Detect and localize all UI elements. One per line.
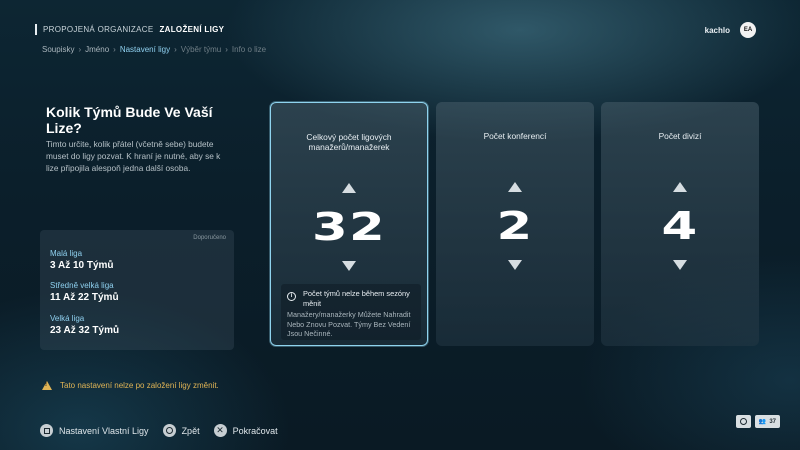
- breadcrumb-item-info-o-lize[interactable]: › Info o lize: [221, 45, 266, 54]
- chevron-right-icon: ›: [174, 45, 177, 54]
- header-bar: [35, 24, 37, 35]
- recommended-label: Doporučeno: [193, 235, 226, 241]
- conferences-count-card[interactable]: Počet konferencí 2: [436, 102, 594, 346]
- back-button[interactable]: Zpět: [162, 424, 200, 437]
- player-count: 37: [769, 418, 776, 425]
- league-name: Středně velká liga: [50, 281, 114, 290]
- status-chips: 👥 37: [735, 415, 780, 428]
- circle-button-icon: [162, 424, 176, 437]
- increase-arrow-icon[interactable]: [342, 183, 356, 193]
- breadcrumb-item-jmeno[interactable]: › Jméno: [74, 45, 109, 54]
- league-size-medium: Středně velká liga 11 Až 22 Týmů: [50, 281, 119, 303]
- org-header: PROPOJENÁ ORGANIZACE ZALOŽENÍ LIGY: [35, 24, 224, 35]
- chevron-right-icon: ›: [113, 45, 116, 54]
- league-name: Malá liga: [50, 249, 83, 258]
- league-range: 23 Až 32 Týmů: [50, 325, 120, 336]
- user-profile[interactable]: kachlo EA: [705, 22, 756, 38]
- ea-logo-icon: EA: [740, 22, 756, 38]
- section-heading: Kolik Týmů Bude Ve Vaší Lize?: [46, 104, 213, 136]
- footer-controls: Nastavení Vlastní Ligy Zpět ✕ Pokračovat: [40, 424, 278, 437]
- card-title: Počet divizí: [658, 131, 702, 141]
- custom-league-settings-button[interactable]: Nastavení Vlastní Ligy: [40, 424, 149, 437]
- breadcrumb: Soupisky › Jméno › Nastavení ligy › Výbě…: [42, 45, 266, 54]
- chevron-right-icon: ›: [78, 45, 82, 54]
- league-size-small: Malá liga 3 Až 10 Týmů: [50, 249, 114, 271]
- league-size-large: Velká liga 23 Až 32 Týmů: [50, 314, 119, 336]
- divisions-count-value: 4: [661, 204, 699, 248]
- settings-warning: Tato nastavení nelze po založení ligy zm…: [42, 381, 219, 390]
- section-description: Timto určite, kolik přátel (včetně sebe)…: [46, 139, 221, 173]
- info-text: Manažery/manažerky Můžete Nahradit Nebo …: [287, 310, 411, 338]
- button-label: Zpět: [181, 425, 200, 436]
- chevron-right-icon: ›: [225, 45, 228, 54]
- divisions-count-card[interactable]: Počet divizí 4: [601, 102, 759, 346]
- org-prefix: PROPOJENÁ ORGANIZACE: [43, 25, 154, 34]
- breadcrumb-item-nastaveni-ligy[interactable]: › Nastavení ligy: [109, 45, 170, 54]
- league-name: Velká liga: [50, 314, 85, 323]
- breadcrumb-item-vyber-tymu[interactable]: › Výběr týmu: [170, 45, 221, 54]
- info-title: Počet týmů nelze během sezóny měnit: [303, 289, 410, 308]
- cross-button-icon: ✕: [213, 424, 227, 437]
- page-title: ZALOŽENÍ LIGY: [159, 25, 225, 34]
- button-label: Nastavení Vlastní Ligy: [59, 425, 149, 436]
- players-icon: 👥: [758, 419, 767, 425]
- card-title: Celkový počet ligových manažerů/manažere…: [306, 132, 392, 152]
- increase-arrow-icon[interactable]: [508, 182, 522, 192]
- square-button-icon: [40, 424, 53, 437]
- warning-icon: [42, 381, 52, 390]
- info-icon: i: [287, 292, 296, 301]
- decrease-arrow-icon[interactable]: [342, 261, 356, 271]
- button-label: Pokračovat: [232, 425, 278, 436]
- decrease-arrow-icon[interactable]: [508, 260, 522, 270]
- info-box: i Počet týmů nelze během sezóny měnit Ma…: [281, 284, 421, 340]
- increase-arrow-icon[interactable]: [673, 182, 687, 192]
- breadcrumb-item-soupisky[interactable]: Soupisky: [42, 45, 74, 54]
- warning-text: Tato nastavení nelze po založení ligy zm…: [60, 381, 219, 390]
- username: kachlo: [704, 25, 730, 35]
- recommended-sizes-panel: Doporučeno Malá liga 3 Až 10 Týmů Středn…: [40, 230, 234, 350]
- network-status-chip[interactable]: [735, 415, 751, 428]
- league-range: 3 Až 10 Týmů: [50, 260, 114, 271]
- continue-button[interactable]: ✕ Pokračovat: [213, 424, 278, 437]
- network-icon: [739, 418, 747, 425]
- league-range: 11 Až 22 Týmů: [50, 292, 119, 303]
- party-count-chip[interactable]: 👥 37: [754, 415, 780, 428]
- decrease-arrow-icon[interactable]: [673, 260, 687, 270]
- card-title: Počet konferencí: [483, 131, 547, 141]
- managers-count-card[interactable]: Celkový počet ligových manažerů/manažere…: [270, 102, 428, 346]
